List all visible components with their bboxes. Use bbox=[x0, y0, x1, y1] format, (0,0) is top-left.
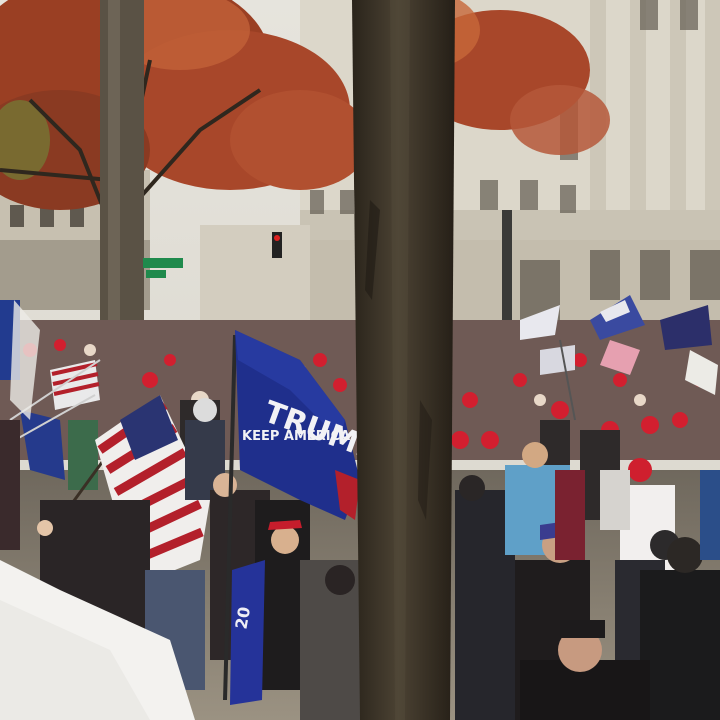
person-green bbox=[68, 420, 98, 490]
rally-photo: TRUMP KEEP AMERICA 20 bbox=[0, 0, 720, 720]
foreground-tree-trunk bbox=[352, 0, 455, 720]
flag-main-subtitle: KEEP AMERICA bbox=[242, 429, 350, 444]
left-edge-person bbox=[0, 420, 20, 550]
lower-blue-flag: 20 bbox=[230, 560, 265, 705]
photo-canvas: TRUMP KEEP AMERICA 20 bbox=[0, 0, 720, 720]
lower-flag-text: 20 bbox=[231, 605, 254, 630]
